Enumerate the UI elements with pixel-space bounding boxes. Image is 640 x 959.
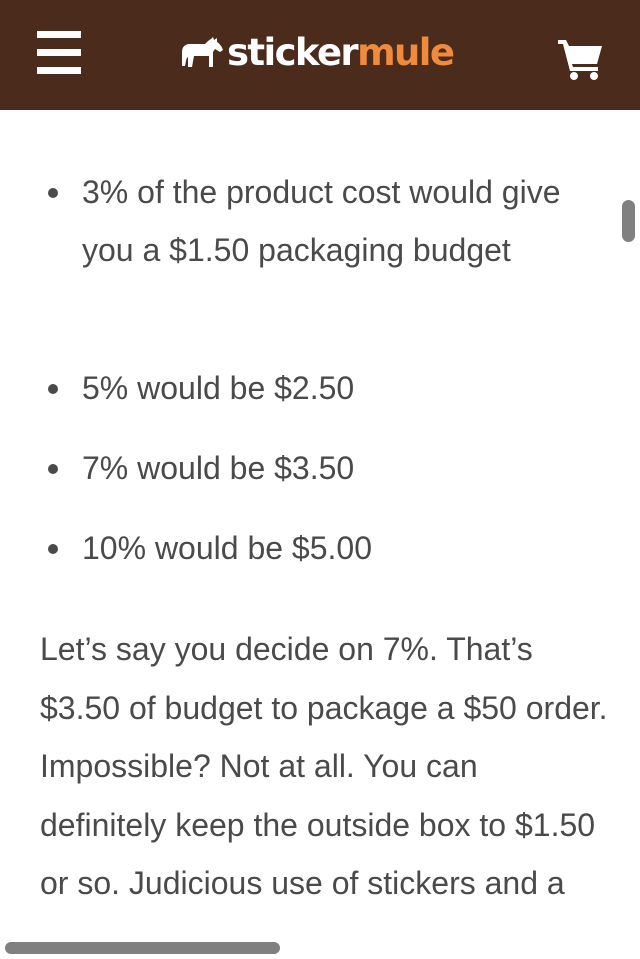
- list-item-text: 5% would be $2.50: [82, 370, 355, 406]
- list-item: 10% would be $5.00: [48, 519, 602, 577]
- list-item-text: 7% would be $3.50: [82, 450, 355, 486]
- bullet-dot: [48, 544, 58, 554]
- list-item: 5% would be $2.50: [48, 359, 602, 417]
- list-item-text: 10% would be $5.00: [82, 530, 372, 566]
- bullet-dot: [48, 464, 58, 474]
- article-paragraph: Let’s say you decide on 7%. That’s $3.50…: [40, 631, 608, 901]
- bullet-dot: [48, 384, 58, 394]
- list-item-text: 3% of the product cost would give you a …: [82, 174, 561, 268]
- logo-text-mule: mule: [357, 31, 455, 74]
- bullet-dot: [48, 188, 58, 198]
- site-header: stickermule: [0, 0, 640, 110]
- horizontal-scrollbar[interactable]: [5, 942, 280, 954]
- shopping-cart-icon[interactable]: [556, 36, 604, 80]
- stickermule-logo[interactable]: stickermule: [180, 28, 455, 78]
- article-content: 3% of the product cost would give you a …: [0, 110, 640, 959]
- mule-icon: [182, 37, 223, 67]
- vertical-scrollbar[interactable]: [622, 200, 635, 242]
- list-item: 3% of the product cost would give you a …: [48, 163, 602, 279]
- logo-text-sticker: sticker: [227, 31, 359, 74]
- hamburger-menu-icon[interactable]: [37, 31, 81, 74]
- list-item: 7% would be $3.50: [48, 439, 602, 497]
